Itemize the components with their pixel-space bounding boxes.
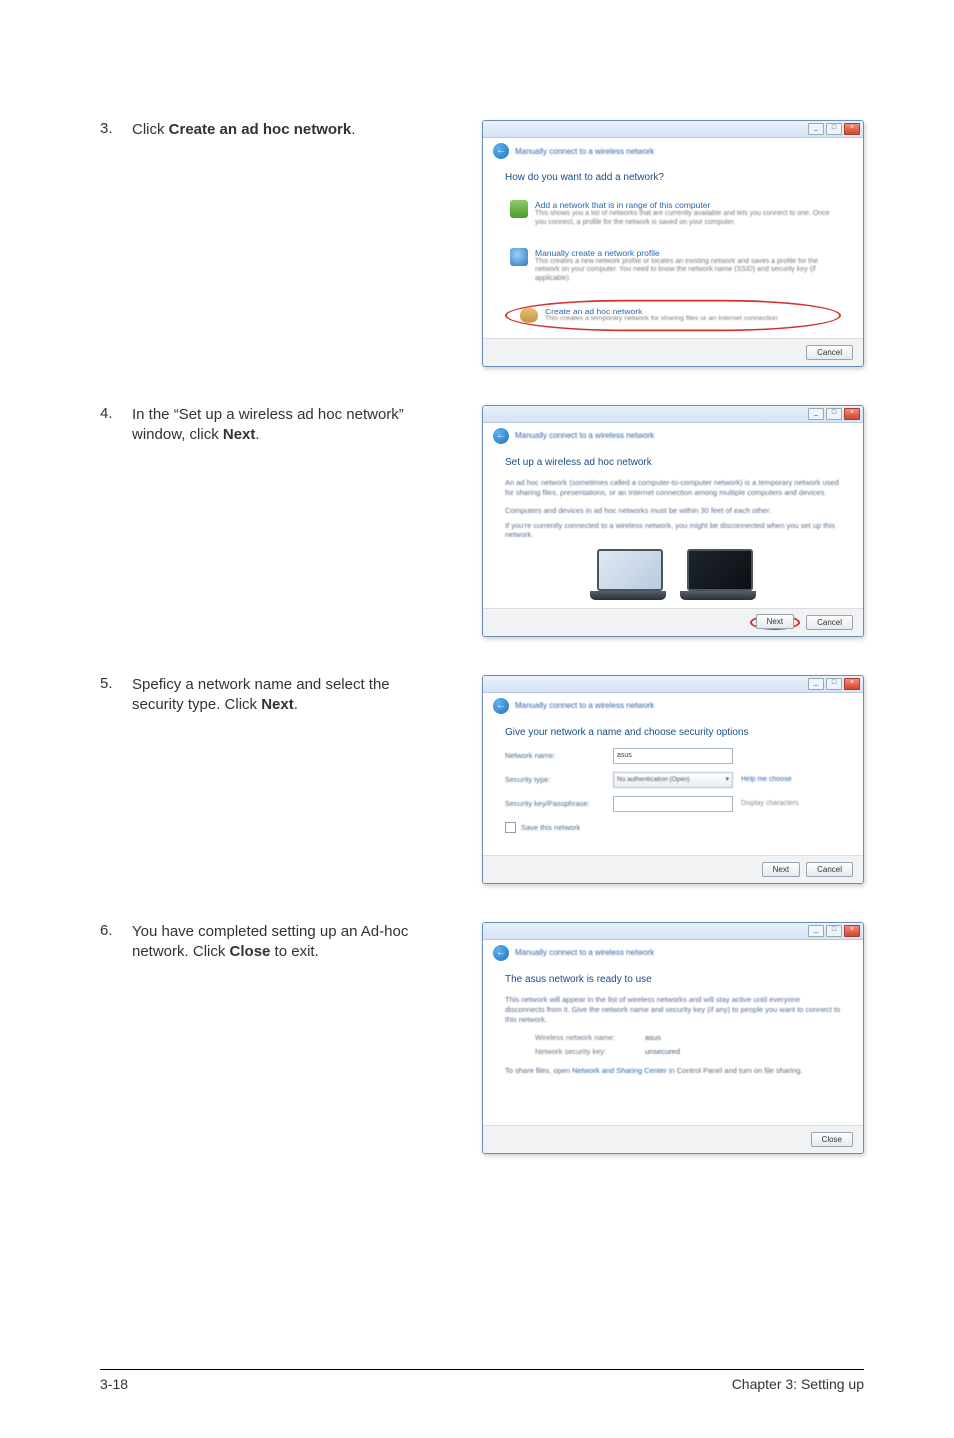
laptops-illustration (505, 549, 841, 600)
save-network-label: Save this network (521, 823, 580, 832)
back-icon[interactable]: ← (493, 945, 509, 961)
dialog-heading: Give your network a name and choose secu… (505, 727, 841, 738)
save-network-checkbox[interactable] (505, 822, 516, 833)
maximize-button[interactable]: □ (826, 678, 842, 690)
minimize-button[interactable]: _ (808, 408, 824, 420)
dialog-note: If you're currently connected to a wirel… (505, 521, 841, 539)
option-create-adhoc[interactable]: Create an ad hoc network This creates a … (517, 305, 829, 326)
laptop-icon (687, 549, 749, 600)
dialog-description: An ad hoc network (sometimes called a co… (505, 478, 841, 498)
dialog-setup-adhoc: _ □ × ← Manually connect to a wireless n… (482, 405, 864, 637)
back-icon[interactable]: ← (493, 698, 509, 714)
security-type-label: Security type: (505, 775, 605, 784)
step-number: 6. (100, 922, 132, 939)
step-text: In the “Set up a wireless ad hoc network… (132, 405, 442, 446)
close-button[interactable]: Close (811, 1132, 853, 1147)
next-button[interactable]: Next (762, 862, 800, 877)
cancel-button[interactable]: Cancel (806, 345, 853, 360)
maximize-button[interactable]: □ (826, 408, 842, 420)
option-add-in-range[interactable]: Add a network that is in range of this c… (505, 193, 841, 235)
back-icon[interactable]: ← (493, 428, 509, 444)
titlebar: _ □ × (483, 676, 863, 693)
step-number: 3. (100, 120, 132, 137)
close-button[interactable]: × (844, 678, 860, 690)
ready-name-label: Wireless network name: (535, 1033, 645, 1042)
highlight-ellipse: Next (750, 615, 800, 630)
close-button[interactable]: × (844, 925, 860, 937)
cancel-button[interactable]: Cancel (806, 615, 853, 630)
next-button[interactable]: Next (756, 614, 794, 629)
dialog-description: This network will appear in the list of … (505, 995, 841, 1025)
back-icon[interactable]: ← (493, 143, 509, 159)
ready-name-value: asus (645, 1033, 841, 1042)
step-text: Click Create an ad hoc network. (132, 120, 442, 140)
security-key-input[interactable] (613, 796, 733, 812)
signal-bars-icon (510, 200, 528, 218)
ready-key-label: Network security key: (535, 1047, 645, 1056)
close-button[interactable]: × (844, 408, 860, 420)
titlebar: _ □ × (483, 406, 863, 423)
step-number: 4. (100, 405, 132, 422)
globe-icon (510, 248, 528, 266)
chapter-title: Chapter 3: Setting up (732, 1376, 864, 1392)
maximize-button[interactable]: □ (826, 925, 842, 937)
dialog-heading: How do you want to add a network? (505, 172, 841, 183)
ready-key-value: unsecured (645, 1047, 841, 1056)
close-button[interactable]: × (844, 123, 860, 135)
minimize-button[interactable]: _ (808, 678, 824, 690)
titlebar: _ □ × (483, 923, 863, 940)
highlight-ellipse: Create an ad hoc network This creates a … (505, 300, 841, 331)
breadcrumb: Manually connect to a wireless network (515, 147, 654, 156)
option-manual-profile[interactable]: Manually create a network profile This c… (505, 241, 841, 291)
dialog-heading: Set up a wireless ad hoc network (505, 457, 841, 468)
security-key-label: Security key/Passphrase: (505, 799, 605, 808)
network-name-label: Network name: (505, 751, 605, 760)
breadcrumb: Manually connect to a wireless network (515, 948, 654, 957)
dialog-note: Computers and devices in ad hoc networks… (505, 506, 841, 515)
dialog-add-network: _ □ × ← Manually connect to a wireless n… (482, 120, 864, 367)
share-files-line: To share files, open Network and Sharing… (505, 1066, 841, 1075)
network-name-input[interactable]: asus (613, 748, 733, 764)
breadcrumb: Manually connect to a wireless network (515, 701, 654, 710)
laptop-icon (597, 549, 659, 600)
cancel-button[interactable]: Cancel (806, 862, 853, 877)
maximize-button[interactable]: □ (826, 123, 842, 135)
breadcrumb: Manually connect to a wireless network (515, 431, 654, 440)
titlebar: _ □ × (483, 121, 863, 138)
page-number: 3-18 (100, 1376, 128, 1392)
dialog-name-security: _ □ × ← Manually connect to a wireless n… (482, 675, 864, 884)
dialog-heading: The asus network is ready to use (505, 974, 841, 985)
security-type-select[interactable]: No authentication (Open) (613, 772, 733, 788)
display-characters-note: Display characters (741, 800, 831, 807)
step-text: You have completed setting up an Ad-hoc … (132, 922, 442, 963)
help-choose-link[interactable]: Help me choose (741, 776, 831, 783)
step-number: 5. (100, 675, 132, 692)
minimize-button[interactable]: _ (808, 925, 824, 937)
step-text: Speficy a network name and select the se… (132, 675, 442, 716)
dialog-ready: _ □ × ← Manually connect to a wireless n… (482, 922, 864, 1154)
minimize-button[interactable]: _ (808, 123, 824, 135)
network-sharing-link[interactable]: Network and Sharing Center (572, 1066, 667, 1075)
people-icon (520, 307, 538, 322)
page-footer: 3-18 Chapter 3: Setting up (100, 1369, 864, 1392)
